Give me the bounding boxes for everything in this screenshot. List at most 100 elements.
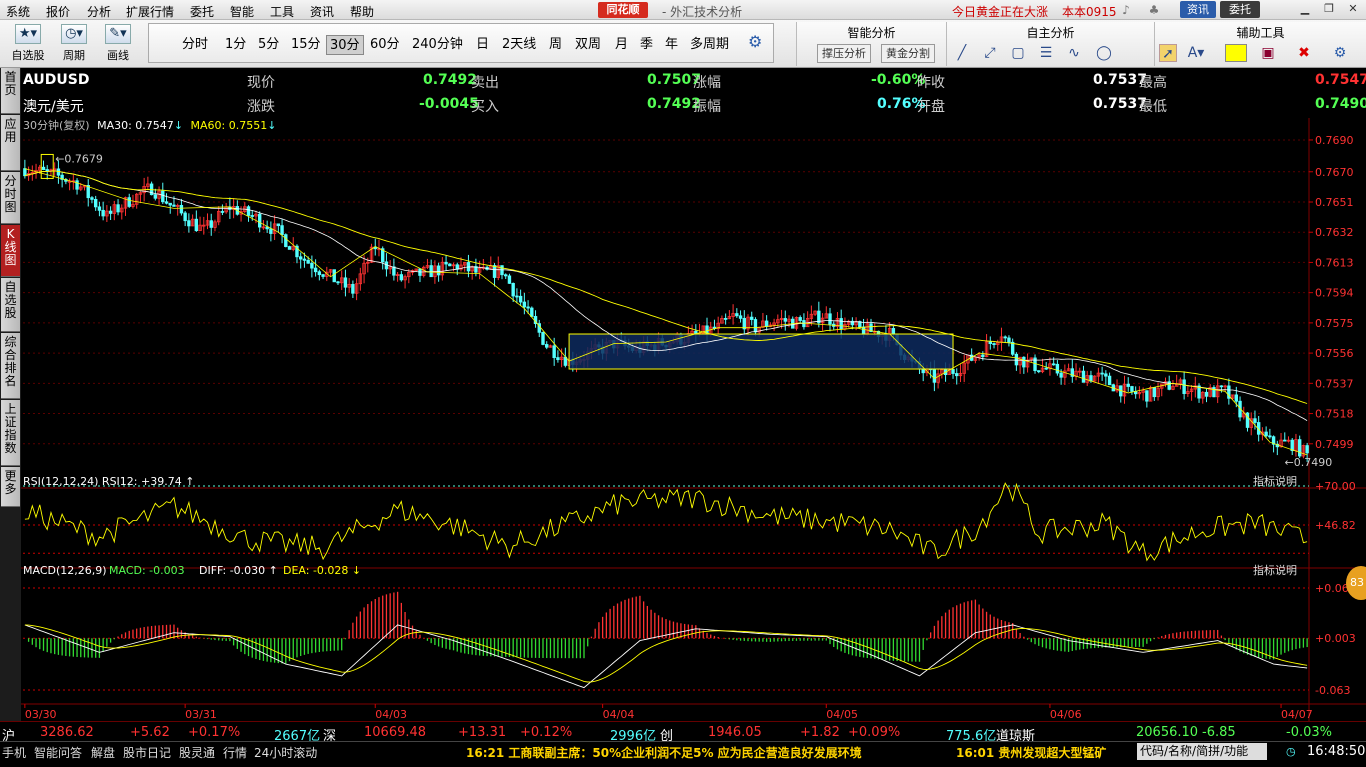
period-5m[interactable]: 5分 <box>255 35 282 55</box>
menu-tools[interactable]: 工具 <box>270 3 294 20</box>
period-15m[interactable]: 15分 <box>288 35 324 55</box>
gear-icon[interactable]: ⚙ <box>748 32 762 51</box>
kline-chart[interactable]: ←0.7679←0.7490 0.76900.76700.76510.76320… <box>21 118 1366 721</box>
period-multi[interactable]: 多周期 <box>687 35 732 55</box>
smart-analysis-title: 智能分析 <box>847 26 896 40</box>
cursor-icon[interactable]: ➚ <box>1159 44 1177 62</box>
period-240m[interactable]: 240分钟 <box>409 35 466 55</box>
ray-tool-icon[interactable]: ⤢ <box>981 44 999 62</box>
delete-drawing-icon[interactable]: ✖ <box>1295 44 1313 62</box>
menu-extended[interactable]: 扩展行情 <box>126 3 174 20</box>
period-year[interactable]: 年 <box>662 35 681 55</box>
nav-more[interactable]: 更多 <box>1 467 20 507</box>
cycle-tool[interactable]: ◷▾ 周期 <box>54 24 94 63</box>
self-select-tool[interactable]: ★▾ 自选股 <box>8 24 48 63</box>
golden-section-button[interactable]: 黄金分割 <box>881 44 935 63</box>
promo-link[interactable]: 今日黄金正在大涨 <box>952 3 1048 20</box>
period-30m[interactable]: 30分 <box>326 35 364 55</box>
sz-value[interactable]: 10669.48 <box>364 725 426 740</box>
candle-body <box>276 223 281 227</box>
macd-help-button[interactable]: 指标说明 <box>1253 563 1297 577</box>
nav-timeshare[interactable]: 分时图 <box>1 172 20 224</box>
maximize-icon[interactable]: ❐ <box>1322 2 1336 16</box>
price-tick-label: 0.7651 <box>1315 196 1354 209</box>
tab-market[interactable]: 行情 <box>223 744 247 761</box>
chg-label: 涨跌 <box>247 99 275 115</box>
menu-system[interactable]: 系统 <box>6 3 30 20</box>
nav-home[interactable]: 首页 <box>1 68 20 114</box>
price-tick-label: 0.7537 <box>1315 377 1354 390</box>
support-resistance-button[interactable]: 撑压分析 <box>817 44 871 63</box>
bell-icon[interactable]: ♪ <box>1119 3 1133 17</box>
menu-smart[interactable]: 智能 <box>230 3 254 20</box>
tab-diary[interactable]: 股市日记 <box>123 744 171 761</box>
menu-help[interactable]: 帮助 <box>350 3 374 20</box>
tab-mobile[interactable]: 手机 <box>2 744 26 761</box>
nav-ranking[interactable]: 综合排名 <box>1 333 20 399</box>
candle-body <box>306 259 310 264</box>
save-drawing-icon[interactable]: ▣ <box>1259 44 1277 62</box>
candle-body <box>444 261 448 265</box>
max-price-label: ←0.7679 <box>55 152 103 165</box>
search-input[interactable]: 代码/名称/简拼/功能 <box>1137 743 1267 760</box>
menu-news[interactable]: 资讯 <box>310 3 334 20</box>
minimize-icon[interactable]: ▁ <box>1298 2 1312 16</box>
candle-body <box>1283 439 1287 442</box>
tab-analysis[interactable]: 解盘 <box>91 744 115 761</box>
candle-body <box>764 320 769 327</box>
fib-tool-icon[interactable]: ☰ <box>1037 44 1055 62</box>
dj-value[interactable]: 20656.10 <box>1136 725 1198 740</box>
draw-tool[interactable]: ✎▾ 画线 <box>98 24 138 63</box>
color-picker-icon[interactable] <box>1225 44 1247 62</box>
self-analysis-panel: 自主分析 ╱ ⤢ ▢ ☰ ∿ ◯ <box>946 22 1154 66</box>
line-tool-icon[interactable]: ╱ <box>953 44 971 62</box>
menu-quote[interactable]: 报价 <box>46 3 70 20</box>
shirt-icon[interactable]: ♣ <box>1147 3 1161 17</box>
candle-body <box>332 269 336 283</box>
rect-tool-icon[interactable]: ▢ <box>1009 44 1027 62</box>
candle-body <box>284 234 288 247</box>
period-timeshare[interactable]: 分时 <box>179 35 211 55</box>
period-week[interactable]: 周 <box>546 35 565 55</box>
brand-logo: 同花顺 <box>598 2 648 18</box>
news-ticker-2[interactable]: 16:01 贵州发现超大型锰矿 <box>956 744 1106 761</box>
menu-trade[interactable]: 委托 <box>190 3 214 20</box>
candle-body <box>108 210 113 214</box>
price-tick-label: 0.7594 <box>1315 287 1354 300</box>
aux-settings-icon[interactable]: ⚙ <box>1331 44 1349 62</box>
tab-24h-scroll[interactable]: 24小时滚动 <box>254 744 317 761</box>
sh-value[interactable]: 3286.62 <box>40 725 94 740</box>
macd-tick-label: -0.063 <box>1315 684 1350 697</box>
candle-body <box>511 282 515 297</box>
nav-watchlist[interactable]: 自选股 <box>1 278 20 332</box>
high-value: 0.7547 <box>1315 72 1366 88</box>
period-1m[interactable]: 1分 <box>222 35 249 55</box>
cy-value[interactable]: 1946.05 <box>708 725 762 740</box>
nav-shanghai[interactable]: 上证指数 <box>1 400 20 466</box>
period-quarter[interactable]: 季 <box>637 35 656 55</box>
trade-button[interactable]: 委托 <box>1220 1 1260 18</box>
tab-qa[interactable]: 智能问答 <box>34 744 82 761</box>
account-name[interactable]: 本本0915 <box>1062 3 1117 20</box>
period-day[interactable]: 日 <box>473 35 492 55</box>
wave-tool-icon[interactable]: ∿ <box>1065 44 1083 62</box>
text-tool-icon[interactable]: A▾ <box>1187 44 1205 62</box>
candle-body <box>1219 385 1224 388</box>
period-2day[interactable]: 2天线 <box>499 35 539 55</box>
nav-kline[interactable]: K线图 <box>1 225 20 277</box>
period-month[interactable]: 月 <box>612 35 631 55</box>
open-label: 开盘 <box>917 99 945 115</box>
nav-apps[interactable]: 应用 <box>1 115 20 171</box>
period-2week[interactable]: 双周 <box>572 35 604 55</box>
candle-body <box>723 318 728 320</box>
tab-stock-genie[interactable]: 股灵通 <box>179 744 215 761</box>
news-button[interactable]: 资讯 <box>1180 1 1216 18</box>
draw-label: 画线 <box>107 49 129 62</box>
buy-label: 买入 <box>471 99 499 115</box>
candle-body <box>313 267 318 273</box>
news-ticker-1[interactable]: 16:21 工商联副主席：50%企业利润不足5% 应为民企营造良好发展环境 <box>466 744 862 761</box>
close-icon[interactable]: ✕ <box>1346 2 1360 16</box>
menu-analysis[interactable]: 分析 <box>87 3 111 20</box>
ellipse-tool-icon[interactable]: ◯ <box>1095 44 1113 62</box>
period-60m[interactable]: 60分 <box>367 35 403 55</box>
